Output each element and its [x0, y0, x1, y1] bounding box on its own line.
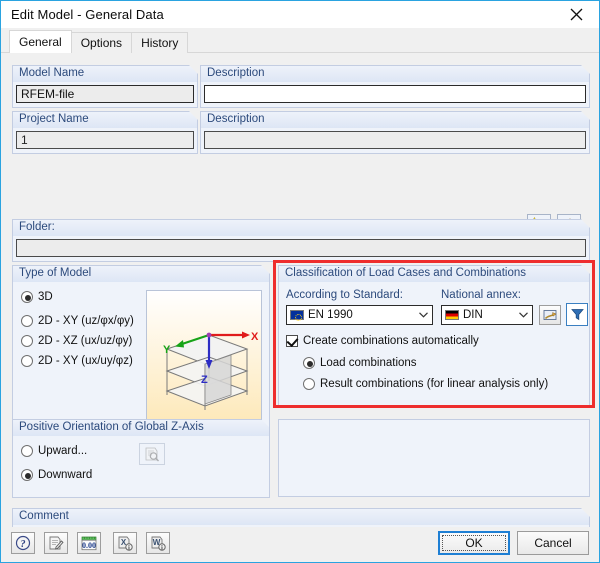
type-of-model-group: Type of Model 3D 2D - XY (uz/φx/φy) 2D -… [12, 265, 270, 428]
radio-label: 2D - XY (uz/φx/φy) [38, 315, 134, 327]
model-description-group: Description [200, 65, 590, 108]
svg-text:Y: Y [163, 344, 171, 356]
z-axis-group: Positive Orientation of Global Z-Axis Up… [12, 419, 270, 498]
eu-flag-icon [290, 310, 304, 321]
folder-input[interactable] [16, 239, 586, 257]
radio-model-2d-xy-uz[interactable]: 2D - XY (uz/φx/φy) [21, 315, 134, 327]
checkbox-mark [286, 335, 298, 347]
comment-label: Comment [12, 508, 590, 525]
radio-z-upward[interactable]: Upward... [21, 445, 87, 457]
radio-label: Upward... [38, 445, 88, 457]
question-mark-icon[interactable]: ? [11, 532, 35, 554]
svg-text:X: X [251, 331, 259, 343]
svg-text:0.00: 0.00 [82, 541, 96, 550]
radio-mark [21, 291, 33, 303]
radio-mark [303, 357, 315, 369]
dialog-content: Model Name RFEM-file Description Project… [1, 53, 599, 553]
tab-history[interactable]: History [131, 32, 189, 53]
germany-flag-icon [445, 310, 459, 320]
radio-load-combinations[interactable]: Load combinations [303, 357, 417, 369]
project-description-label: Description [200, 111, 590, 128]
project-name-input[interactable]: 1 [16, 131, 194, 149]
pencil-document-icon[interactable] [44, 532, 68, 554]
zoom-document-icon[interactable] [139, 443, 165, 465]
radio-mark [303, 378, 315, 390]
filter-funnel-icon[interactable] [566, 303, 588, 326]
window-title: Edit Model - General Data [11, 7, 164, 22]
radio-mark [21, 335, 33, 347]
radio-model-3d[interactable]: 3D [21, 291, 134, 303]
model-name-group: Model Name RFEM-file [12, 65, 198, 108]
radio-mark [21, 315, 33, 327]
radio-label: Load combinations [320, 357, 417, 369]
radio-label: Result combinations (for linear analysis… [320, 378, 549, 390]
annex-settings-icon[interactable] [539, 305, 561, 325]
radio-model-2d-xz[interactable]: 2D - XZ (ux/uz/φy) [21, 335, 134, 347]
radio-label: Downward [38, 469, 93, 481]
project-description-group: Description [200, 111, 590, 154]
cancel-button[interactable]: Cancel [517, 531, 589, 555]
folder-label: Folder: [12, 219, 590, 236]
model-name-input[interactable]: RFEM-file [16, 85, 194, 103]
dialog-window: Edit Model - General Data General Option… [0, 0, 600, 563]
ok-button-label: OK [442, 535, 506, 551]
z-axis-title: Positive Orientation of Global Z-Axis [12, 419, 270, 436]
classification-title: Classification of Load Cases and Combina… [278, 265, 590, 282]
standard-select[interactable]: EN 1990 [286, 305, 433, 325]
annex-select[interactable]: DIN [441, 305, 533, 325]
project-name-group: Project Name 1 [12, 111, 198, 154]
radio-model-2d-xy-ux[interactable]: 2D - XY (ux/uy/φz) [21, 355, 134, 367]
annex-label: National annex: [441, 289, 521, 301]
project-description-input[interactable] [204, 131, 586, 149]
radio-label: 2D - XY (ux/uy/φz) [38, 355, 133, 367]
standard-value: EN 1990 [308, 309, 353, 321]
ok-button[interactable]: OK [438, 531, 510, 555]
units-0-00-icon[interactable]: 0.00 [77, 532, 101, 554]
folder-group: Folder: [12, 219, 590, 262]
title-bar: Edit Model - General Data [1, 1, 599, 28]
project-name-label: Project Name [12, 111, 198, 128]
radio-mark [21, 445, 33, 457]
model-name-label: Model Name [12, 65, 198, 82]
model-description-label: Description [200, 65, 590, 82]
classification-group: Classification of Load Cases and Combina… [278, 265, 590, 407]
tab-strip: General Options History [1, 28, 599, 53]
empty-panel [278, 419, 590, 497]
close-icon[interactable] [553, 1, 599, 27]
radio-z-downward[interactable]: Downward [21, 469, 92, 481]
chevron-down-icon[interactable] [415, 306, 432, 324]
checkbox-label: Create combinations automatically [303, 335, 479, 347]
tab-general[interactable]: General [9, 30, 72, 53]
annex-value: DIN [463, 309, 483, 321]
chevron-down-icon[interactable] [515, 306, 532, 324]
footer-bar: ? 0.00 X i W i OK Cancel [1, 527, 599, 562]
radio-label: 3D [38, 291, 53, 303]
svg-text:?: ? [21, 539, 26, 550]
standard-label: According to Standard: [286, 289, 403, 301]
svg-text:Z: Z [201, 374, 208, 386]
export-x-icon[interactable]: X i [113, 532, 137, 554]
radio-label: 2D - XZ (ux/uz/φy) [38, 335, 133, 347]
model-description-input[interactable] [204, 85, 586, 103]
type-of-model-title: Type of Model [12, 265, 270, 282]
model-preview: X Y Z [146, 290, 262, 420]
create-combinations-checkbox[interactable]: Create combinations automatically [286, 335, 479, 347]
export-w-icon[interactable]: W i [146, 532, 170, 554]
radio-mark [21, 355, 33, 367]
radio-mark [21, 469, 33, 481]
tab-options[interactable]: Options [70, 32, 133, 53]
radio-result-combinations[interactable]: Result combinations (for linear analysis… [303, 378, 548, 390]
